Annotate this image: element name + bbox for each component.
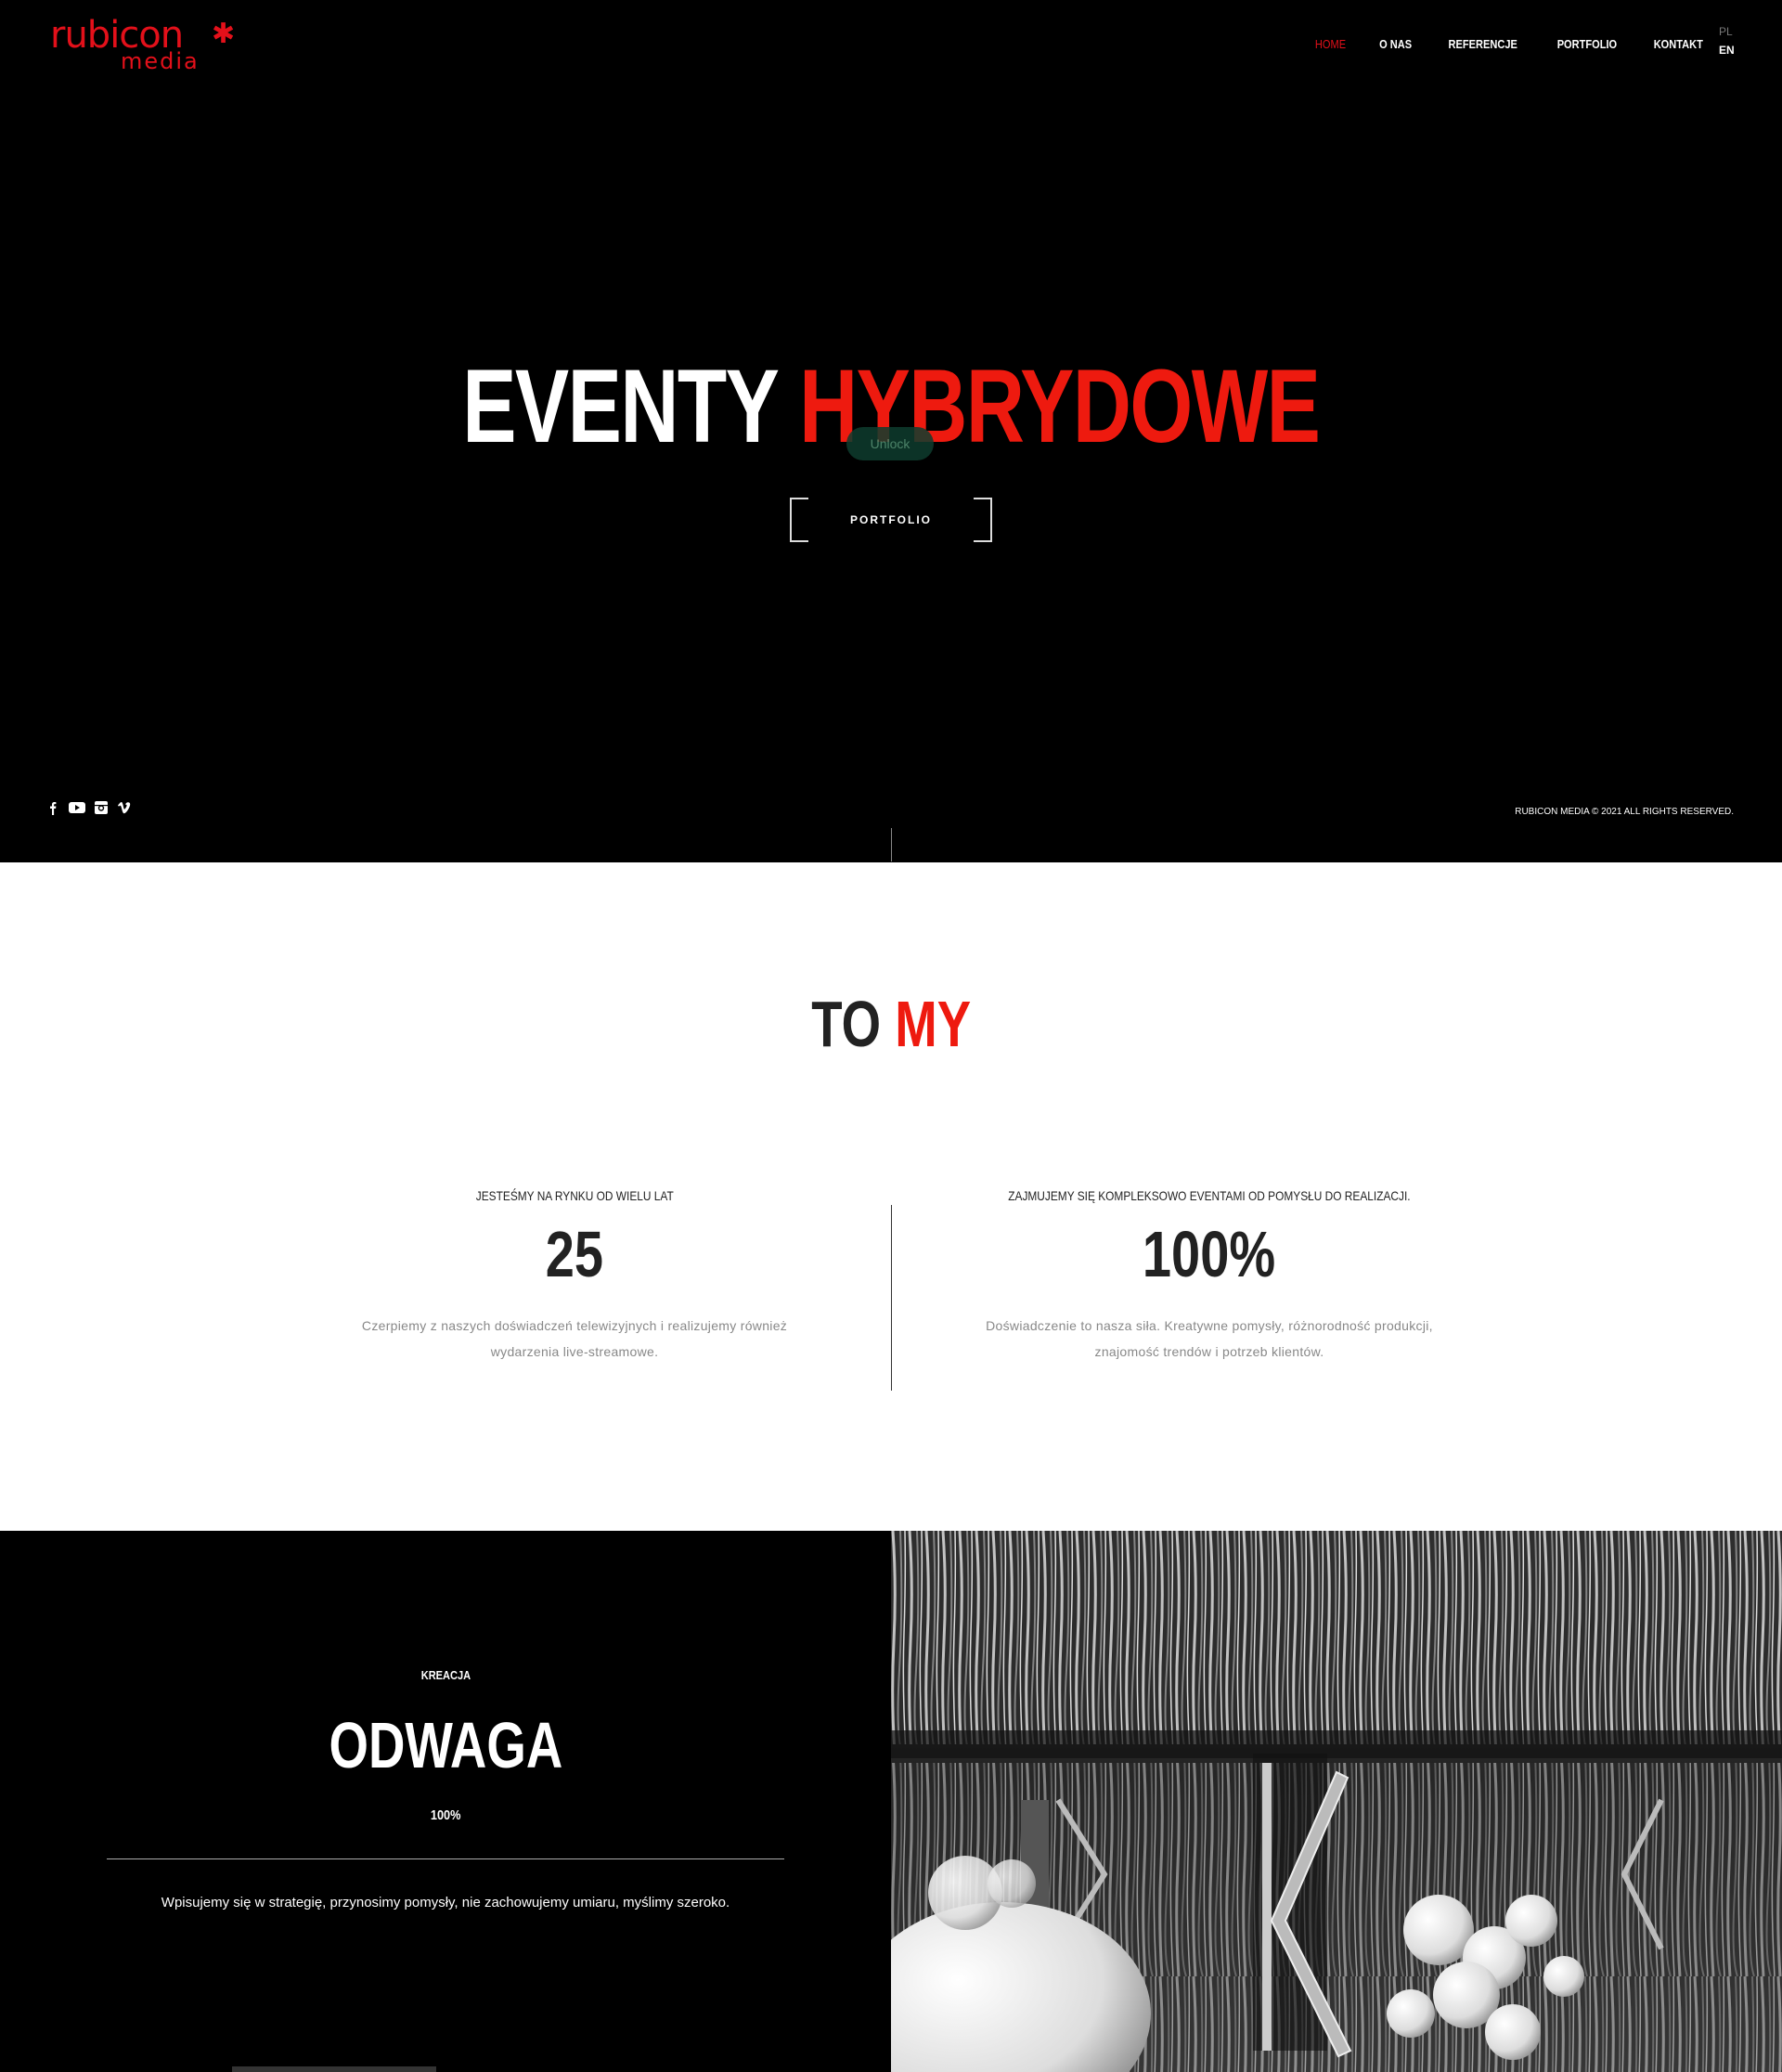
rubicon-media-logo[interactable]: rubicon ✱ media [50,17,245,74]
lang-pl[interactable]: PL [1719,22,1737,41]
kreacja-divider [107,1858,784,1859]
about-title-red: MY [895,988,971,1060]
about-title-dark: TO [811,988,881,1060]
nav-item-home[interactable]: HOME [1315,37,1346,51]
main-nav: HOME O NAS REFERENCJE PORTFOLIO KONTAKT [1285,37,1708,51]
instagram-icon[interactable] [93,800,110,815]
vimeo-icon[interactable] [117,800,134,815]
stat-value: 100% [1143,1218,1276,1290]
nav-item-kontakt[interactable]: KONTAKT [1654,37,1703,51]
nav-item-referencje[interactable]: REFERENCJE [1449,37,1517,51]
stat-description: Czerpiemy z naszych doświadczeń telewizy… [361,1318,788,1359]
portfolio-button[interactable]: PORTFOLIO [790,498,992,542]
language-switcher: PL EN [1719,22,1737,59]
kreacja-panel: KREACJA ODWAGA 100% Wpisujemy się w stra… [0,1531,891,2072]
stat-value: 25 [545,1218,604,1290]
stat-years: JESTEŚMY NA RYNKU OD WIELU LAT 25 Czerpi… [333,1188,816,1365]
hero-section: rubicon ✱ media HOME O NAS REFERENCJE PO… [0,0,1782,862]
stat-caption: JESTEŚMY NA RYNKU OD WIELU LAT [475,1188,674,1203]
next-image-edge [232,2066,436,2072]
event-stage-photo [891,1531,1782,2072]
kreacja-title: ODWAGA [329,1709,562,1781]
lang-en[interactable]: EN [1719,41,1737,59]
scroll-indicator-line [891,828,892,861]
nav-item-portfolio[interactable]: PORTFOLIO [1556,37,1616,51]
stat-percent: ZAJMUJEMY SIĘ KOMPLEKSOWO EVENTAMI OD PO… [968,1188,1451,1365]
kreacja-text: Wpisujemy się w strategię, przynosimy po… [161,1895,730,1910]
kreacja-percent: 100% [430,1807,461,1823]
stat-caption: ZAJMUJEMY SIĘ KOMPLEKSOWO EVENTAMI OD PO… [1008,1188,1411,1203]
nav-item-o-nas[interactable]: O NAS [1379,37,1412,51]
facebook-icon[interactable] [45,800,61,815]
copyright-text: RUBICON MEDIA © 2021 ALL RIGHTS RESERVED… [1515,807,1734,817]
logo-subtext: media [121,48,200,74]
stat-description: Doświadczenie to nasza siła. Kreatywne p… [986,1318,1433,1359]
hero-title-white: EVENTY [462,348,780,464]
portfolio-button-label: PORTFOLIO [850,513,932,526]
kreacja-label: KREACJA [420,1668,471,1682]
stats-divider [891,1205,892,1391]
social-links [45,800,134,815]
unlock-overlay-button[interactable]: Unlock [846,427,934,460]
about-title: TO MY [0,991,1782,1056]
logo-star-icon: ✱ [212,19,236,49]
youtube-icon[interactable] [69,800,85,815]
